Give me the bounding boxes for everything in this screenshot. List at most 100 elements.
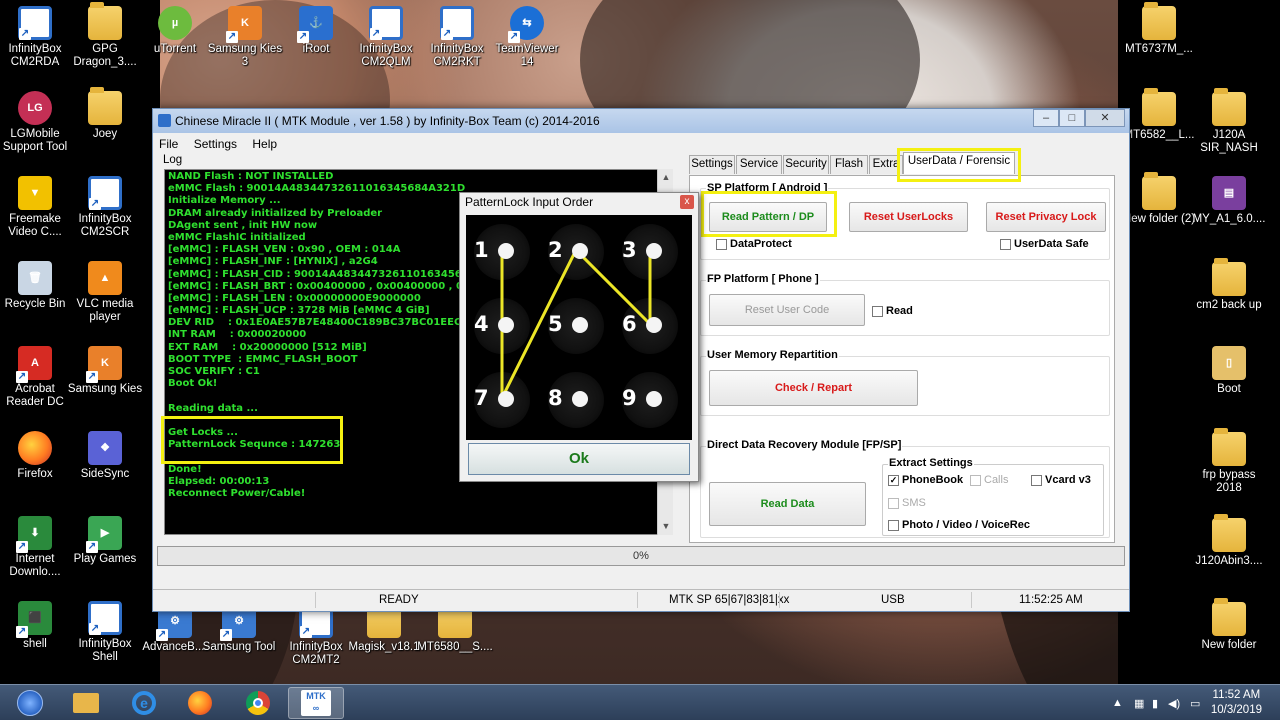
desktop-icon[interactable]: Firefox bbox=[0, 431, 74, 481]
read-data-button[interactable]: Read Data bbox=[709, 482, 866, 526]
desktop-icon[interactable]: ⬇Internet Downlo.... bbox=[0, 516, 74, 579]
desktop-icon[interactable]: ⬛shell bbox=[0, 601, 74, 651]
desktop-icon[interactable]: ∞ InfinityBox Shell bbox=[66, 601, 144, 664]
ok-button[interactable]: Ok bbox=[468, 443, 690, 475]
desktop-icon[interactable]: New folder bbox=[1190, 598, 1268, 652]
desktop-icon[interactable]: ∞ InfinityBox CM2RKT bbox=[418, 6, 496, 69]
folder-icon bbox=[1212, 428, 1246, 466]
taskbar-explorer[interactable] bbox=[58, 687, 114, 719]
desktop-icon-label: iRoot bbox=[302, 43, 330, 55]
userdata-safe-checkbox[interactable]: UserData Safe bbox=[1000, 238, 1089, 250]
taskbar-chrome[interactable] bbox=[230, 687, 286, 719]
desktop-icon[interactable]: ∞ InfinityBox CM2SCR bbox=[66, 176, 144, 239]
volume-icon[interactable]: ◀) bbox=[1168, 697, 1180, 710]
desktop-icon[interactable]: MT6582__L... bbox=[1120, 88, 1198, 142]
desktop-icon-label: InfinityBox CM2MT2 bbox=[289, 641, 343, 666]
close-icon[interactable]: x bbox=[680, 195, 694, 209]
signal-icon[interactable]: ▮ bbox=[1152, 697, 1158, 710]
desktop-icon[interactable]: New folder (2) bbox=[1120, 172, 1198, 226]
log-line: DRAM already initialized by Preloader bbox=[168, 207, 383, 219]
network-icon[interactable]: ▦ bbox=[1134, 697, 1144, 710]
desktop-icon[interactable]: ⚓iRoot bbox=[277, 6, 355, 56]
tab-settings[interactable]: Settings bbox=[689, 155, 735, 174]
reset-userlocks-button[interactable]: Reset UserLocks bbox=[849, 202, 968, 232]
desktop-icon-label: Recycle Bin bbox=[4, 298, 66, 310]
pattern-node-dot bbox=[498, 391, 514, 407]
window-titlebar[interactable]: Chinese Miracle II ( MTK Module , ver 1.… bbox=[153, 109, 1129, 133]
pattern-node-number: 9 bbox=[622, 386, 637, 410]
desktop-icon[interactable]: 🗑 Recycle Bin bbox=[0, 261, 74, 311]
desktop-icon[interactable]: GPG Dragon_3.... bbox=[66, 2, 144, 69]
pattern-node-number: 4 bbox=[474, 312, 489, 336]
desktop-icon[interactable]: ∞InfinityBox CM2MT2 bbox=[277, 604, 355, 667]
desktop-icon[interactable]: ❖ SideSync bbox=[66, 431, 144, 481]
extract-settings-label: Extract Settings bbox=[888, 457, 974, 469]
sms-checkbox[interactable]: SMS bbox=[888, 497, 926, 509]
desktop-icon[interactable]: ▶Play Games bbox=[66, 516, 144, 566]
phonebook-checkbox[interactable]: ✓ PhoneBook bbox=[888, 474, 963, 486]
desktop-icon-label: VLC media player bbox=[76, 298, 134, 323]
maximize-button[interactable]: □ bbox=[1059, 109, 1085, 127]
desktop-icon-label: Joey bbox=[92, 128, 118, 140]
utorrent-icon: µ bbox=[158, 6, 192, 40]
fp-read-checkbox[interactable]: Read bbox=[872, 305, 913, 317]
scroll-up-icon[interactable]: ▲ bbox=[660, 170, 672, 184]
photo-video-checkbox[interactable]: Photo / Video / VoiceRec bbox=[888, 519, 1030, 531]
desktop-icon[interactable]: µ uTorrent bbox=[136, 6, 214, 56]
desktop-icon[interactable]: ∞ InfinityBox CM2RDA bbox=[0, 6, 74, 69]
shell-icon: ⬛ bbox=[16, 601, 52, 638]
app-icon bbox=[158, 114, 171, 127]
desktop-icon[interactable]: J120Abin3.... bbox=[1190, 514, 1268, 568]
desktop-icon[interactable]: ∞ InfinityBox CM2QLM bbox=[347, 6, 425, 69]
taskbar-ie[interactable]: e bbox=[116, 687, 172, 719]
desktop-icon[interactable]: ▲ VLC media player bbox=[66, 261, 144, 324]
desktop-icon[interactable]: J120A SIR_NASH bbox=[1190, 88, 1268, 155]
taskbar-firefox[interactable] bbox=[172, 687, 228, 719]
tab-service[interactable]: Service bbox=[736, 155, 782, 174]
tab-flash[interactable]: Flash bbox=[830, 155, 868, 174]
minimize-button[interactable]: – bbox=[1033, 109, 1059, 127]
taskbar-clock[interactable]: 11:52 AM 10/3/2019 bbox=[1211, 688, 1262, 718]
menu-file[interactable]: File bbox=[153, 135, 184, 153]
scroll-down-icon[interactable]: ▼ bbox=[660, 519, 672, 533]
calls-checkbox[interactable]: Calls bbox=[970, 474, 1008, 486]
reset-user-code-button[interactable]: Reset User Code bbox=[709, 294, 865, 326]
log-line: Reading data ... bbox=[168, 402, 258, 414]
menu-help[interactable]: Help bbox=[246, 135, 283, 153]
start-button[interactable] bbox=[2, 687, 58, 719]
desktop-icon-label: Freemake Video C.... bbox=[8, 213, 62, 238]
desktop-icon[interactable]: LG LGMobile Support Tool bbox=[0, 91, 74, 154]
desktop-icon[interactable]: ▯ Boot bbox=[1190, 346, 1268, 396]
desktop-icon[interactable]: AAcrobat Reader DC bbox=[0, 346, 74, 409]
desktop-icon[interactable]: frp bypass 2018 bbox=[1190, 428, 1268, 495]
desktop-icon[interactable]: KSamsung Kies bbox=[66, 346, 144, 396]
reset-privacy-lock-button[interactable]: Reset Privacy Lock bbox=[986, 202, 1106, 232]
menu-settings[interactable]: Settings bbox=[188, 135, 243, 153]
folder-icon bbox=[1142, 2, 1176, 40]
desktop-icon[interactable]: KSamsung Kies 3 bbox=[206, 6, 284, 69]
log-line: BOOT TYPE : EMMC_FLASH_BOOT bbox=[168, 353, 358, 365]
tray-arrow-icon[interactable]: ▲ bbox=[1112, 697, 1123, 709]
desktop-icon[interactable]: Joey bbox=[66, 87, 144, 141]
teamviewer-icon: ⇆ bbox=[508, 6, 544, 43]
sidesync-icon: ❖ bbox=[88, 431, 122, 465]
desktop-icon[interactable]: MT6737M_... bbox=[1120, 2, 1198, 56]
desktop-icon-label: InfinityBox CM2QLM bbox=[359, 43, 413, 68]
infinitybox-icon: ∞ bbox=[88, 176, 122, 210]
desktop-icon[interactable]: cm2 back up bbox=[1190, 258, 1268, 312]
taskbar-mtk[interactable]: MTK ∞ bbox=[288, 687, 344, 719]
log-line: eMMC FlashIC initialized bbox=[168, 231, 306, 243]
desktop-icon-label: MY_A1_6.0.... bbox=[1192, 213, 1266, 225]
desktop-icon[interactable]: ▼ Freemake Video C.... bbox=[0, 176, 74, 239]
folder-icon bbox=[1212, 258, 1246, 296]
tab-security[interactable]: Security bbox=[783, 155, 829, 174]
battery-icon[interactable]: ▭ bbox=[1190, 697, 1200, 710]
desktop-icon[interactable]: ▤ MY_A1_6.0.... bbox=[1190, 176, 1268, 226]
close-button[interactable]: ✕ bbox=[1085, 109, 1125, 127]
desktop-icon-label: InfinityBox CM2RKT bbox=[430, 43, 484, 68]
vcard-checkbox[interactable]: Vcard v3 bbox=[1031, 474, 1091, 486]
desktop-icon[interactable]: ⇆TeamViewer 14 bbox=[488, 6, 566, 69]
check-repart-button[interactable]: Check / Repart bbox=[709, 370, 918, 406]
log-line: [eMMC] : FLASH_LEN : 0x00000000E9000000 bbox=[168, 292, 421, 304]
dataprotect-checkbox[interactable]: DataProtect bbox=[716, 238, 792, 250]
